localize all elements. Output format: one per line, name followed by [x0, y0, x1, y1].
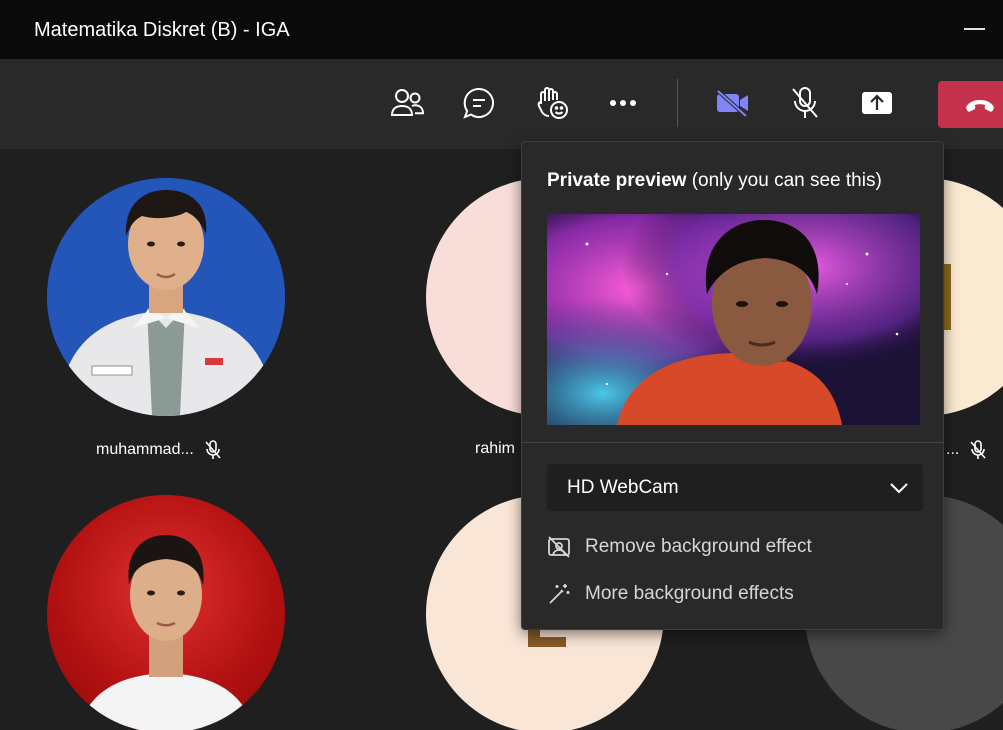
raise-hand-icon — [537, 87, 568, 119]
no-background-icon — [548, 536, 570, 558]
participant-photo — [47, 178, 285, 416]
camera-off-icon — [716, 89, 748, 117]
participant-name: ... — [946, 441, 960, 458]
participant-photo — [77, 535, 255, 730]
chat-button[interactable] — [459, 83, 499, 123]
hang-up-icon — [966, 99, 994, 112]
chevron-down-icon — [890, 483, 908, 494]
camera-device-dropdown[interactable]: HD WebCam — [547, 464, 923, 511]
people-icon — [390, 89, 424, 116]
more-background-effects-label: More background effects — [585, 583, 794, 604]
participant-avatar[interactable] — [47, 495, 285, 730]
mic-muted-icon — [205, 440, 221, 459]
participant-avatar[interactable] — [47, 178, 285, 416]
participant-name-row: muhammad... — [96, 440, 222, 460]
share-icon — [862, 92, 892, 114]
camera-preview-popup: Private preview (only you can see this) — [521, 141, 944, 630]
camera-device-label: HD WebCam — [567, 476, 679, 498]
meeting-title: Matematika Diskret (B) - IGA — [34, 19, 290, 41]
minimize-button[interactable] — [964, 28, 985, 30]
camera-preview-video — [547, 214, 920, 425]
participant-name-row: ... — [946, 440, 987, 460]
remove-background-option[interactable]: Remove background effect — [547, 535, 812, 559]
camera-toggle-button[interactable] — [713, 83, 753, 123]
remove-background-label: Remove background effect — [585, 536, 812, 557]
title-bar: Matematika Diskret (B) - IGA — [0, 0, 1003, 59]
mic-toggle-button[interactable] — [785, 83, 825, 123]
raise-hand-button[interactable] — [532, 83, 572, 123]
mic-muted-icon — [970, 440, 986, 459]
magic-wand-icon — [549, 584, 570, 604]
meeting-toolbar — [0, 59, 1003, 149]
more-actions-button[interactable] — [603, 83, 643, 123]
popup-heading: Private preview (only you can see this) — [547, 170, 882, 192]
participant-name: rahim — [475, 440, 516, 457]
hang-up-button[interactable] — [938, 81, 1003, 128]
popup-divider — [522, 442, 943, 443]
initial-letter-shape — [528, 637, 566, 647]
share-screen-button[interactable] — [857, 83, 897, 123]
participant-name-row: rahim — [475, 440, 515, 458]
people-button[interactable] — [387, 83, 427, 123]
popup-heading-bold: Private preview — [547, 170, 687, 191]
more-background-effects-option[interactable]: More background effects — [547, 582, 794, 606]
popup-heading-note: (only you can see this) — [686, 170, 882, 191]
video-frame — [547, 214, 920, 425]
chat-icon — [463, 87, 494, 119]
more-icon — [610, 100, 636, 106]
mic-off-icon — [792, 87, 818, 118]
toolbar-divider — [677, 79, 678, 127]
participant-name: muhammad... — [96, 441, 194, 458]
